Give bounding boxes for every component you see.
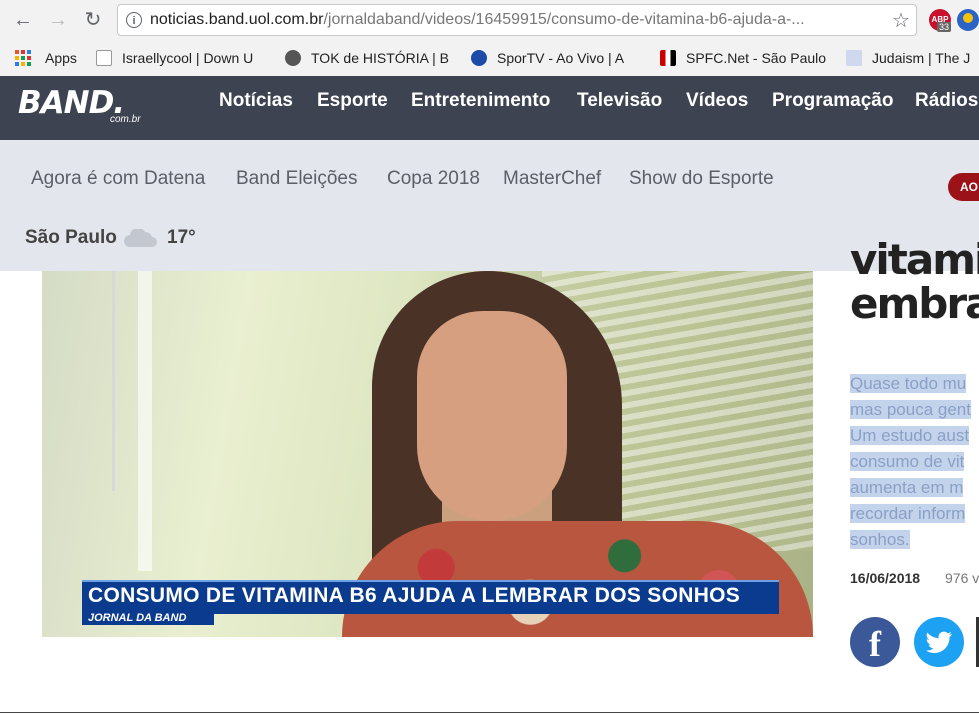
bookmark-label: Judaism | The J <box>872 50 971 66</box>
browser-toolbar: ← → ↻ i noticias.band.uol.com.br/jornald… <box>0 0 979 40</box>
twitter-bird-icon <box>926 631 952 653</box>
apps-grid-icon <box>15 50 31 66</box>
bookmark-tok-de-historia[interactable]: TOK de HISTÓRIA | B <box>285 48 455 68</box>
reload-icon[interactable]: ↻ <box>80 8 106 32</box>
nav-radios[interactable]: Rádios <box>915 90 978 112</box>
logo-subtitle: com.br <box>110 114 141 125</box>
article-headline: vitamir embrar <box>850 238 979 326</box>
publish-date: 16/06/2018 <box>850 570 921 586</box>
bookmark-spfc[interactable]: SPFC.Net - São Paulo <box>660 48 832 68</box>
bookmark-label: TOK de HISTÓRIA | B <box>311 50 449 66</box>
band-logo[interactable]: BAND. <box>18 85 125 121</box>
subnav-copa-2018[interactable]: Copa 2018 <box>387 168 480 190</box>
sub-navigation: Agora é com Datena Band Eleições Copa 20… <box>0 140 979 271</box>
nav-televisao[interactable]: Televisão <box>577 90 662 112</box>
nav-entretenimento[interactable]: Entretenimento <box>411 90 550 112</box>
bookmark-label: SporTV - Ao Vivo | A <box>497 50 625 66</box>
summary-line: Quase todo mu <box>850 374 967 393</box>
history-site-icon <box>285 50 301 66</box>
view-count: 976 v <box>945 570 979 586</box>
bookmark-judaism[interactable]: Judaism | The J <box>846 48 979 68</box>
site-header: BAND. com.br Notícias Esporte Entretenim… <box>0 76 979 140</box>
summary-line: consumo de vit <box>850 452 965 471</box>
url-domain: noticias.band.uol.com.br <box>150 11 324 28</box>
subnav-masterchef[interactable]: MasterChef <box>503 168 601 190</box>
nav-esporte[interactable]: Esporte <box>317 90 388 112</box>
info-icon[interactable]: i <box>126 12 142 28</box>
bookmarks-bar: Apps Israellycool | Down U TOK de HISTÓR… <box>0 44 979 72</box>
wall-frame <box>138 271 152 571</box>
url-path: /jornaldaband/videos/16459915/consumo-de… <box>323 11 805 28</box>
wall-cord <box>112 271 115 491</box>
headline-line: vitamir <box>850 238 979 284</box>
facebook-icon: f <box>869 624 881 664</box>
page-divider <box>0 712 979 713</box>
bookmark-label: SPFC.Net - São Paulo <box>686 50 827 66</box>
summary-line: Um estudo aust <box>850 426 970 445</box>
weather-temperature: 17° <box>167 227 196 248</box>
bookmark-label: Israellycool | Down U <box>122 50 254 66</box>
nav-programacao[interactable]: Programação <box>772 90 893 112</box>
address-bar[interactable]: i noticias.band.uol.com.br/jornaldaband/… <box>117 4 917 36</box>
subnav-agora-e-com-datena[interactable]: Agora é com Datena <box>31 168 205 190</box>
adblock-count-badge: 33 <box>937 22 952 32</box>
nav-noticias[interactable]: Notícias <box>219 90 293 112</box>
headline-line: embrar <box>850 279 979 326</box>
judaism-site-icon <box>846 50 862 66</box>
person-dress <box>342 521 813 637</box>
video-player[interactable]: CONSUMO DE VITAMINA B6 AJUDA A LEMBRAR D… <box>42 271 813 637</box>
play-icon <box>471 50 487 66</box>
bookmark-label: Apps <box>45 50 77 66</box>
back-icon[interactable]: ← <box>10 8 36 32</box>
summary-line: mas pouca gent <box>850 400 971 419</box>
forward-icon[interactable]: → <box>45 8 71 32</box>
extension-icon[interactable] <box>957 9 979 31</box>
video-caption: CONSUMO DE VITAMINA B6 AJUDA A LEMBRAR D… <box>88 584 741 607</box>
twitter-share-button[interactable] <box>914 617 964 667</box>
nav-videos[interactable]: Vídeos <box>686 90 748 112</box>
facebook-share-button[interactable]: f <box>850 617 900 667</box>
article-summary: Quase todo mu mas pouca gent Um estudo a… <box>850 371 979 553</box>
star-icon[interactable]: ☆ <box>892 8 910 33</box>
weather-city: São Paulo <box>25 227 117 248</box>
summary-line: sonhos. <box>850 530 910 549</box>
subnav-band-eleicoes[interactable]: Band Eleições <box>236 168 357 190</box>
subnav-show-do-esporte[interactable]: Show do Esporte <box>629 168 774 190</box>
person-face <box>417 311 567 521</box>
bookmark-apps[interactable]: Apps <box>15 48 77 68</box>
bookmark-israellycool[interactable]: Israellycool | Down U <box>96 48 268 68</box>
cloud-icon <box>124 229 157 247</box>
browser-chrome: ← → ↻ i noticias.band.uol.com.br/jornald… <box>0 0 979 77</box>
israel-flag-icon <box>96 50 112 66</box>
program-tag: JORNAL DA BAND <box>82 611 214 625</box>
summary-line: recordar inform <box>850 504 966 523</box>
bookmark-sportv[interactable]: SporTV - Ao Vivo | A <box>471 48 643 68</box>
live-button[interactable]: AO <box>948 173 979 201</box>
summary-line: aumenta em m <box>850 478 964 497</box>
url-text[interactable]: noticias.band.uol.com.br/jornaldaband/vi… <box>150 11 805 29</box>
spfc-shield-icon <box>660 50 676 66</box>
